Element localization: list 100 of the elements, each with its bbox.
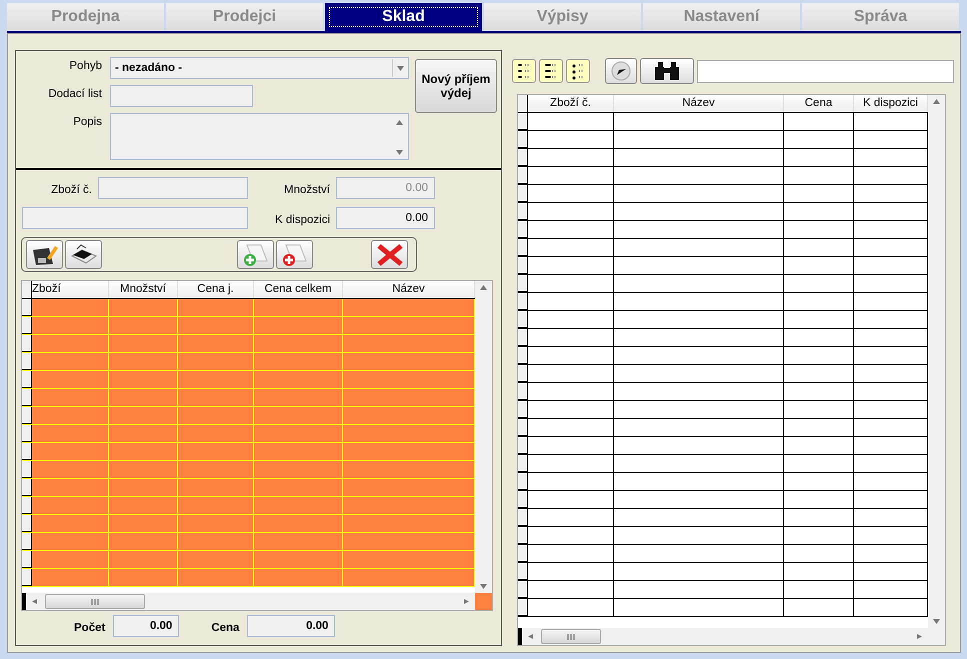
data-grid[interactable]: Zboží Množství Cena j. Cena celkem Název bbox=[21, 280, 493, 611]
row-header[interactable] bbox=[22, 497, 32, 514]
row-header[interactable] bbox=[518, 365, 528, 382]
field-value: 0.00 bbox=[406, 212, 428, 224]
row-header[interactable] bbox=[518, 527, 528, 544]
row-header[interactable] bbox=[22, 533, 32, 550]
row-header[interactable] bbox=[518, 599, 528, 616]
list-sort-button[interactable] bbox=[512, 59, 536, 83]
play-button[interactable] bbox=[605, 58, 637, 84]
row-header[interactable] bbox=[518, 311, 528, 328]
row-header[interactable] bbox=[518, 149, 528, 166]
column-header[interactable]: Cena celkem bbox=[254, 281, 343, 298]
row-header[interactable] bbox=[518, 455, 528, 472]
row-header[interactable] bbox=[518, 185, 528, 202]
tab[interactable]: Sklad bbox=[325, 3, 482, 31]
row-header[interactable] bbox=[518, 383, 528, 400]
row-header[interactable] bbox=[518, 131, 528, 148]
remove-item-button[interactable] bbox=[276, 240, 313, 269]
total-label: Cena bbox=[211, 620, 240, 634]
scroll-marker bbox=[518, 628, 522, 645]
row-header[interactable] bbox=[22, 299, 32, 316]
field-label: Pohyb bbox=[68, 59, 102, 74]
field-value: 0.00 bbox=[150, 620, 172, 632]
row-header[interactable] bbox=[518, 473, 528, 490]
scroll-down-icon[interactable] bbox=[933, 619, 940, 624]
row-header[interactable] bbox=[518, 347, 528, 364]
column-header[interactable]: Zboží bbox=[32, 281, 109, 298]
row-header[interactable] bbox=[518, 113, 528, 130]
row-header[interactable] bbox=[22, 443, 32, 460]
scroll-up-icon[interactable] bbox=[396, 120, 403, 125]
horizontal-scrollbar[interactable] bbox=[22, 593, 475, 610]
row-header[interactable] bbox=[518, 239, 528, 256]
row-header[interactable] bbox=[518, 509, 528, 526]
row-header[interactable] bbox=[518, 401, 528, 418]
scrollbar-corner bbox=[475, 593, 492, 610]
scroll-left-icon[interactable] bbox=[32, 599, 39, 604]
row-header[interactable] bbox=[518, 581, 528, 598]
field-label: Množství bbox=[282, 182, 330, 196]
column-header[interactable]: Cena bbox=[784, 95, 854, 112]
list-sort-button[interactable] bbox=[539, 59, 563, 83]
column-header[interactable]: Cena j. bbox=[178, 281, 254, 298]
list-sort-button[interactable] bbox=[566, 59, 590, 83]
row-header[interactable] bbox=[518, 275, 528, 292]
horizontal-scrollbar[interactable] bbox=[518, 628, 928, 645]
scroll-up-icon[interactable] bbox=[480, 285, 487, 290]
vertical-scrollbar[interactable] bbox=[928, 95, 945, 628]
column-header[interactable]: Název bbox=[614, 95, 784, 112]
row-header[interactable] bbox=[518, 563, 528, 580]
column-header[interactable]: Zboží č. bbox=[528, 95, 614, 112]
delete-button[interactable] bbox=[371, 240, 408, 269]
dropdown-arrow-icon[interactable] bbox=[397, 66, 404, 70]
row-header[interactable] bbox=[22, 551, 32, 568]
row-header[interactable] bbox=[518, 293, 528, 310]
row-header[interactable] bbox=[22, 407, 32, 424]
row-header[interactable] bbox=[22, 425, 32, 442]
row-header[interactable] bbox=[22, 335, 32, 352]
row-header[interactable] bbox=[22, 353, 32, 370]
row-header[interactable] bbox=[518, 437, 528, 454]
row-header[interactable] bbox=[518, 545, 528, 562]
row-header[interactable] bbox=[518, 491, 528, 508]
row-header[interactable] bbox=[518, 221, 528, 238]
scroll-up-icon[interactable] bbox=[933, 99, 940, 104]
scroll-down-icon[interactable] bbox=[480, 584, 487, 589]
scroll-right-icon[interactable] bbox=[464, 599, 471, 604]
item-name-field[interactable] bbox=[22, 207, 248, 229]
grip-icon bbox=[90, 598, 100, 604]
save-edit-button[interactable] bbox=[26, 240, 63, 269]
scroll-down-icon[interactable] bbox=[396, 150, 403, 155]
row-header[interactable] bbox=[22, 515, 32, 532]
description-field[interactable] bbox=[110, 113, 409, 160]
row-header[interactable] bbox=[518, 419, 528, 436]
row-header[interactable] bbox=[22, 479, 32, 496]
row-header[interactable] bbox=[22, 569, 32, 586]
vertical-scrollbar[interactable] bbox=[475, 281, 492, 593]
find-button[interactable] bbox=[640, 58, 694, 84]
field-label: Dodací list bbox=[47, 87, 102, 102]
row-header[interactable] bbox=[518, 203, 528, 220]
print-button[interactable] bbox=[65, 240, 102, 269]
item-number-field[interactable] bbox=[98, 177, 248, 199]
row-header[interactable] bbox=[518, 329, 528, 346]
search-field[interactable] bbox=[697, 60, 954, 82]
scroll-right-icon[interactable] bbox=[917, 634, 924, 639]
data-grid[interactable]: Zboží č. Název Cena K dispozici bbox=[517, 94, 946, 646]
scroll-left-icon[interactable] bbox=[528, 634, 535, 639]
delivery-note-field[interactable] bbox=[110, 85, 253, 107]
available-field[interactable]: 0.00 bbox=[336, 207, 435, 229]
new-movement-button[interactable]: Nový příjem výdej bbox=[415, 59, 497, 113]
binoculars-icon bbox=[653, 62, 681, 80]
row-header[interactable] bbox=[518, 167, 528, 184]
row-header[interactable] bbox=[22, 389, 32, 406]
add-item-button[interactable] bbox=[237, 240, 274, 269]
row-header[interactable] bbox=[22, 371, 32, 388]
field-label: K dispozici bbox=[274, 212, 330, 226]
column-header[interactable]: Množství bbox=[109, 281, 178, 298]
row-header[interactable] bbox=[22, 317, 32, 334]
row-header[interactable] bbox=[518, 257, 528, 274]
row-header bbox=[22, 281, 32, 298]
row-header[interactable] bbox=[22, 461, 32, 478]
movement-dropdown[interactable]: - nezadáno - bbox=[110, 57, 409, 79]
scroll-marker bbox=[22, 593, 26, 610]
